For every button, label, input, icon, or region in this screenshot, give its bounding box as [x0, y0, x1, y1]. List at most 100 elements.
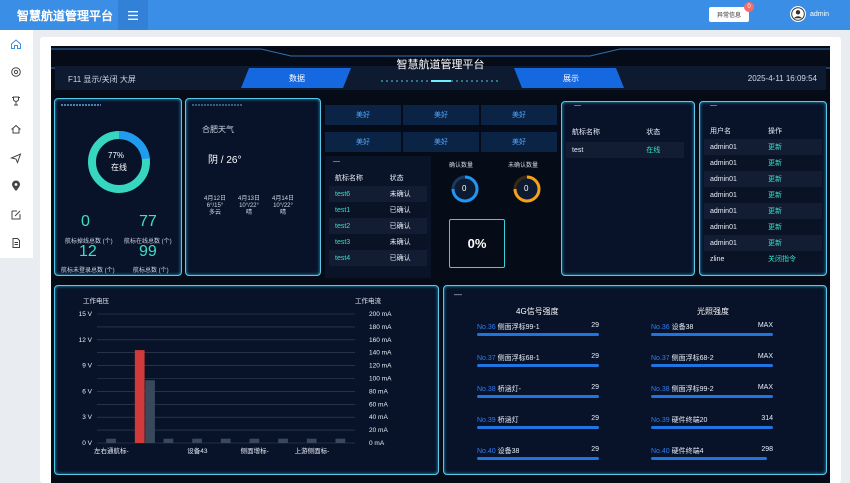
update-link[interactable]: 更新 [762, 203, 822, 219]
table-row[interactable]: admin01 更新 [704, 155, 822, 171]
table-row[interactable]: zline 关闭指令 [704, 251, 822, 267]
table-row[interactable]: admin01 更新 [704, 219, 822, 235]
weather-city: 合肥天气 [202, 125, 234, 134]
signal-name: 侧面浮标99-2 [671, 386, 714, 393]
user-name: admin01 [710, 143, 737, 151]
dashboard-title: 智慧航道管理平台 [396, 59, 485, 71]
card-dash: — [454, 290, 462, 299]
signal-value: 29 [591, 384, 599, 391]
alert-button[interactable]: 异常信息 [709, 7, 749, 22]
update-link[interactable]: 更新 [762, 171, 822, 187]
forecast-date: 4月12日 [203, 196, 226, 202]
signal-no: No.38 [477, 386, 498, 393]
unconfirmed-label: 未确认数量 [508, 163, 539, 169]
signal-value: 29 [591, 322, 599, 329]
beacon-name: test6 [335, 190, 351, 198]
signal-bar [477, 426, 599, 429]
y2-tick-label: 160 mA [369, 337, 392, 344]
signal-bar [477, 457, 599, 460]
house-icon[interactable] [9, 122, 23, 136]
update-link[interactable]: 更新 [762, 139, 822, 155]
signal-no: No.39 [651, 417, 672, 424]
beacon-status: 已确认 [389, 255, 411, 262]
forecast-date: 4月13日 [237, 196, 260, 202]
table-row[interactable]: admin01 更新 [704, 235, 822, 251]
update-link[interactable]: 更新 [762, 235, 822, 251]
send-icon[interactable] [9, 151, 23, 165]
confirm-ratio: 0% [449, 219, 505, 268]
y2-tick-label: 100 mA [369, 376, 392, 383]
col-header: 用户名 [710, 127, 731, 135]
hamburger-icon[interactable] [118, 0, 148, 30]
table-header: 航标名称 状态 [329, 170, 427, 186]
signal-label: No.40 硬件终端4 [651, 446, 704, 456]
voltage-current-card: 工作电压 工作电流 0 V 3 V 6 V 9 V 12 V 15 V 0 mA 20 mA 40 … [54, 285, 439, 475]
table-row[interactable]: test3 未确认 [329, 234, 427, 250]
settings-icon[interactable] [9, 65, 23, 79]
document-icon[interactable] [9, 236, 23, 250]
home-icon[interactable] [9, 37, 23, 51]
location-icon[interactable] [9, 179, 23, 193]
signal-value: 29 [591, 446, 599, 453]
signal-name: 硬件终端4 [671, 448, 704, 455]
beacon-status: 未确认 [389, 239, 411, 246]
beacon-status: 未确认 [389, 191, 411, 198]
beacon-status: 在线 [646, 147, 661, 154]
card-deco [61, 104, 101, 106]
x-tick-label: 侧面增标- [241, 446, 269, 455]
edit-icon[interactable] [9, 208, 23, 222]
user-menu[interactable]: admin [790, 6, 829, 22]
table-row[interactable]: test4 已确认 [329, 250, 427, 266]
user-name: admin01 [710, 191, 737, 199]
offline-count: 0 [81, 213, 90, 230]
user-name: admin01 [710, 223, 737, 231]
nav-display-button[interactable]: 展示 [521, 68, 621, 88]
table-row[interactable]: admin01 更新 [704, 203, 822, 219]
update-link[interactable]: 更新 [762, 219, 822, 235]
light-title: 光照强度 [697, 307, 729, 316]
signal-card: — 4G信号强度 光照强度 No.36 侧面浮标99-1 29 No.37 侧面浮标… [443, 285, 827, 475]
signal-no: No.37 [651, 355, 672, 362]
confirmed-label: 确认数量 [449, 163, 474, 169]
table-header: 用户名 操作 [704, 122, 822, 139]
confirm-table: 航标名称 状态 test6 未确认 test1 已确认 test2 已确认 test3 未… [329, 170, 427, 266]
beacon-status: 已确认 [389, 223, 411, 230]
beacon-status-table: 航标名称 状态 test 在线 [566, 122, 684, 158]
card-dash: — [333, 158, 340, 165]
table-row[interactable]: test 在线 [566, 142, 684, 158]
signal-row: No.39 桥涵灯 29 [477, 415, 599, 435]
signal-value: 314 [761, 415, 773, 422]
avatar-icon [790, 6, 806, 22]
col-header: 状态 [389, 175, 404, 182]
table-row[interactable]: admin01 更新 [704, 171, 822, 187]
card-dash: — [574, 102, 581, 109]
signal-label: No.37 侧面浮标68-2 [651, 353, 714, 363]
y2-tick-label: 80 mA [369, 388, 388, 395]
nav-data-button[interactable]: 数据 [247, 68, 347, 88]
table-header: 航标名称 状态 [566, 122, 684, 142]
table-row[interactable]: admin01 更新 [704, 187, 822, 203]
close-command-link[interactable]: 关闭指令 [762, 251, 822, 267]
forecast-temp: 10°/22° [239, 203, 259, 209]
y2-tick-label: 180 mA [369, 324, 392, 331]
signal-row: No.38 侧面浮标99-2 MAX [651, 384, 773, 404]
signal-name: 设备38 [497, 448, 520, 455]
col-header: 操作 [767, 127, 782, 135]
signal-bar [477, 364, 599, 367]
signal-bar [651, 364, 773, 367]
y2-tick-label: 20 mA [369, 427, 388, 434]
table-row[interactable]: test6 未确认 [329, 186, 427, 202]
username: admin [810, 10, 830, 18]
table-row[interactable]: test1 已确认 [329, 202, 427, 218]
table-row[interactable]: admin01 更新 [704, 139, 822, 155]
table-row[interactable]: test2 已确认 [329, 218, 427, 234]
trophy-icon[interactable] [9, 94, 23, 108]
fullscreen-hint[interactable]: F11 显示/关闭 大屏 [68, 74, 136, 85]
update-link[interactable]: 更新 [762, 187, 822, 203]
voltage-bar [335, 438, 346, 443]
signal-value: MAX [757, 322, 773, 329]
weather-card: 合肥天气 阴 / 26° 4月12日 6°/15° 多云 4月13日 10°/2… [185, 98, 321, 276]
y2-tick-label: 120 mA [369, 363, 392, 370]
update-link[interactable]: 更新 [762, 155, 822, 171]
signal-label: No.36 侧面浮标99-1 [477, 322, 540, 332]
